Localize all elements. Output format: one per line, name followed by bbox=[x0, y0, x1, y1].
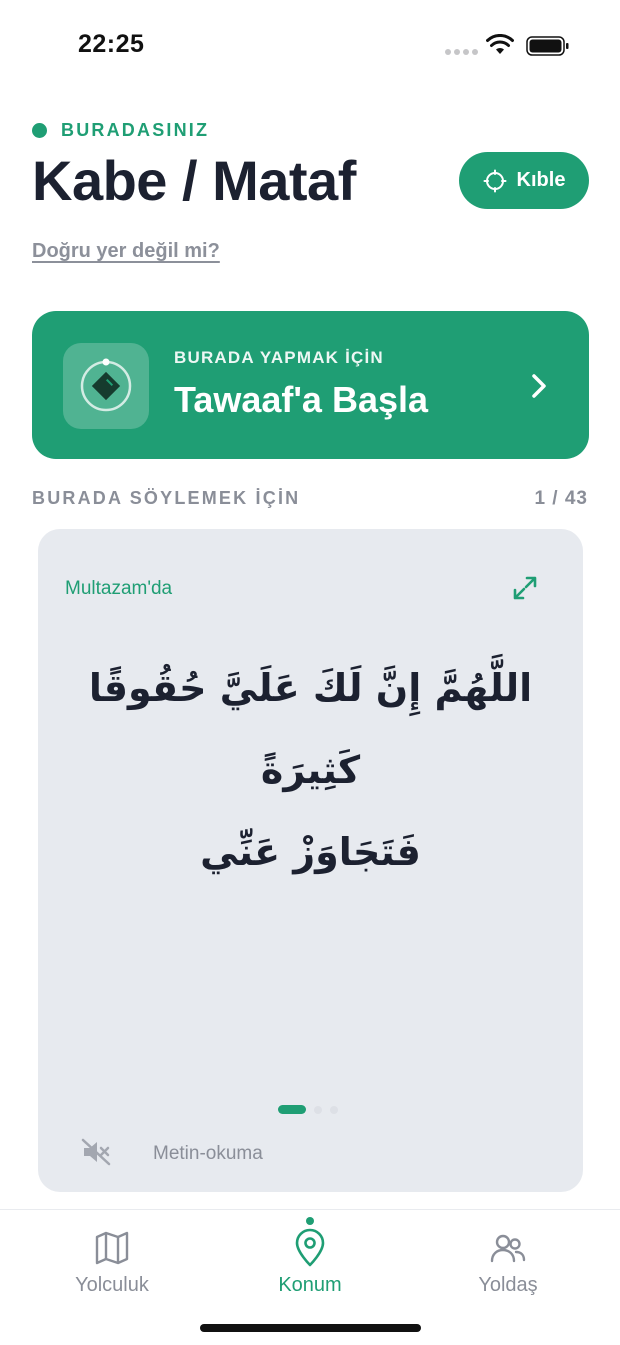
page-dot bbox=[314, 1105, 322, 1114]
arabic-prayer-text: اللَّهُمَّ إِنَّ لَكَ عَلَيَّ حُقُوقًا ك… bbox=[58, 647, 563, 893]
page-indicator[interactable] bbox=[278, 1105, 338, 1114]
active-tab-indicator bbox=[306, 1217, 314, 1225]
tab-yolculuk[interactable]: Yolculuk bbox=[32, 1228, 192, 1297]
compass-target-icon bbox=[483, 169, 507, 192]
location-dot-icon bbox=[32, 123, 47, 138]
tab-label: Yoldaş bbox=[478, 1274, 538, 1296]
page-title: Kabe / Mataf bbox=[32, 149, 356, 212]
cellular-signal-icon bbox=[445, 49, 478, 55]
expand-icon[interactable] bbox=[512, 575, 538, 601]
prayers-section-label: BURADA SÖYLEMEK İÇİN bbox=[32, 488, 301, 508]
home-indicator[interactable] bbox=[200, 1324, 421, 1332]
prayer-counter: 1 / 43 bbox=[534, 488, 588, 509]
tab-konum[interactable]: Konum bbox=[230, 1228, 390, 1297]
page-dot-active bbox=[278, 1105, 306, 1114]
start-tawaf-card[interactable]: BURADA YAPMAK İÇİN Tawaaf'a Başla bbox=[32, 311, 589, 459]
current-location-indicator: BURADASINIZ bbox=[32, 120, 209, 141]
kaaba-tawaf-icon bbox=[63, 343, 149, 429]
tab-label: Yolculuk bbox=[75, 1274, 149, 1296]
map-icon bbox=[95, 1231, 129, 1265]
action-eyebrow: BURADA YAPMAK İÇİN bbox=[174, 348, 384, 367]
location-pin-icon bbox=[295, 1228, 325, 1267]
status-time: 22:25 bbox=[78, 30, 145, 58]
tab-yoldas[interactable]: Yoldaş bbox=[428, 1228, 588, 1297]
speaker-muted-icon[interactable] bbox=[80, 1137, 112, 1167]
arabic-line-2: فَتَجَاوَزْ عَنِّي bbox=[200, 830, 421, 874]
status-bar: 22:25 bbox=[0, 0, 620, 92]
prayer-card[interactable]: Multazam'da اللَّهُمَّ إِنَّ لَكَ عَلَيَ… bbox=[38, 529, 583, 1192]
wifi-icon bbox=[486, 34, 514, 54]
battery-icon bbox=[526, 36, 569, 56]
location-label: BURADASINIZ bbox=[61, 120, 210, 140]
text-to-speech-label[interactable]: Metin-okuma bbox=[153, 1143, 263, 1165]
prayer-place: Multazam'da bbox=[65, 578, 173, 599]
action-title: Tawaaf'a Başla bbox=[174, 379, 429, 420]
companions-icon bbox=[490, 1234, 526, 1263]
qibla-button-label: Kıble bbox=[516, 169, 566, 191]
tab-label: Konum bbox=[278, 1274, 342, 1296]
arabic-line-1: اللَّهُمَّ إِنَّ لَكَ عَلَيَّ حُقُوقًا ك… bbox=[88, 666, 533, 792]
page-dot bbox=[330, 1105, 338, 1114]
wrong-place-link[interactable]: Doğru yer değil mi? bbox=[32, 240, 220, 263]
qibla-button[interactable]: Kıble bbox=[459, 152, 589, 209]
chevron-right-icon bbox=[532, 374, 546, 398]
